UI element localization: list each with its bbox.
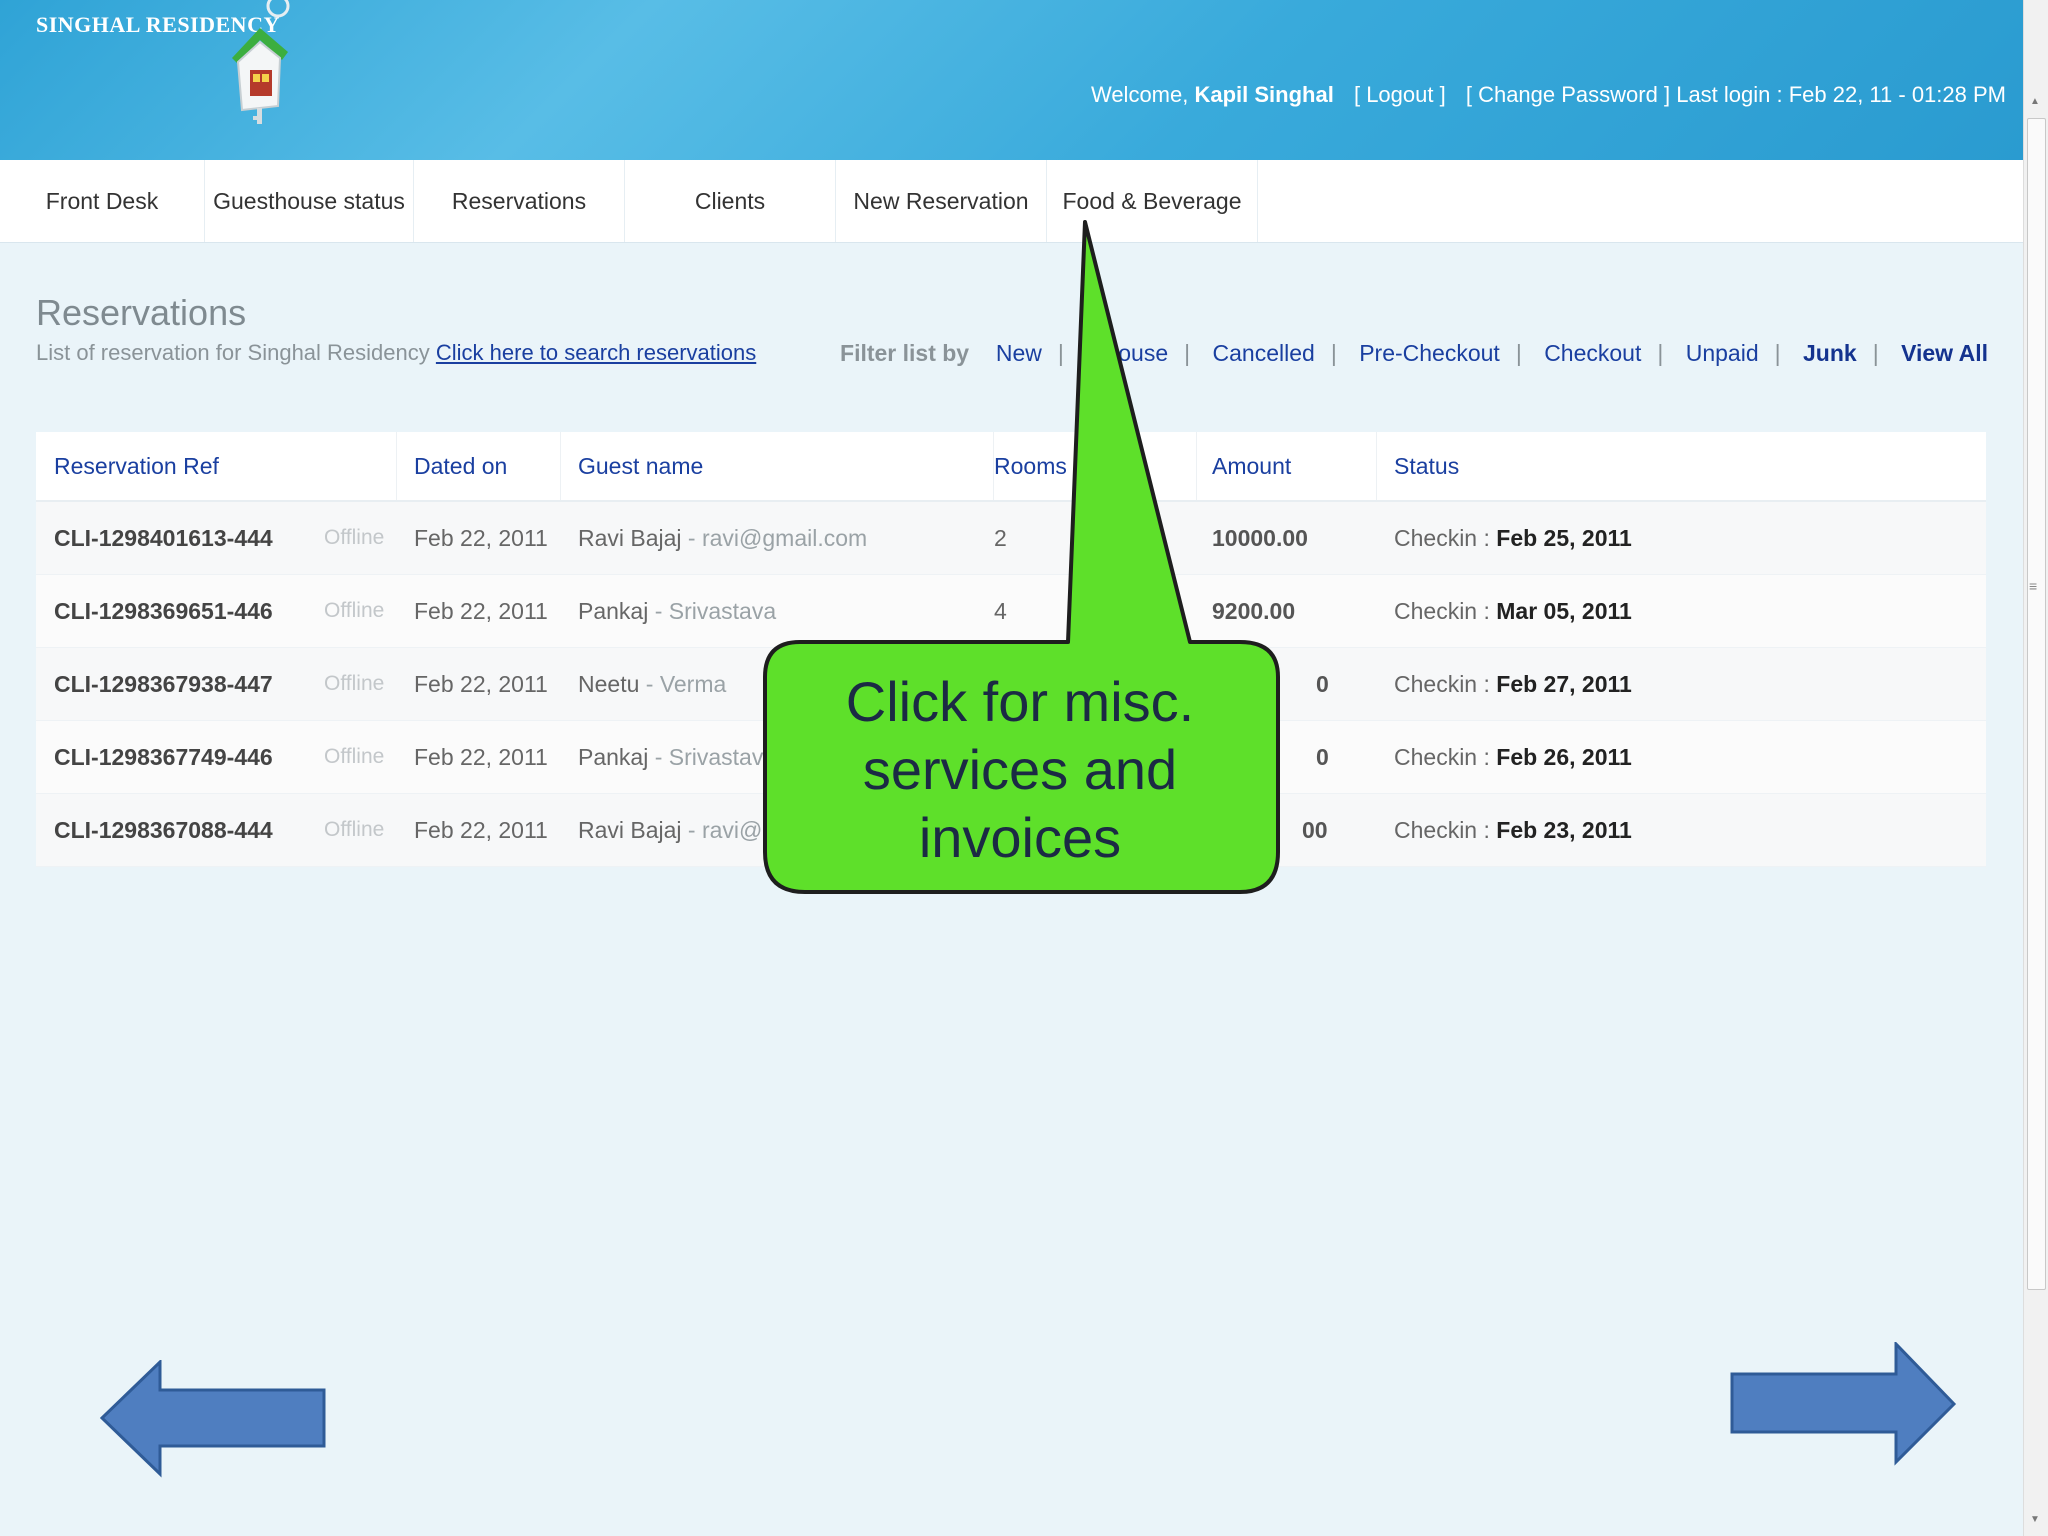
rooms: 4: [994, 598, 1007, 624]
scroll-down-icon[interactable]: ▼: [2030, 1514, 2040, 1525]
filter-inhouse[interactable]: Inhouse: [1086, 340, 1168, 366]
house-key-logo-icon: [232, 0, 290, 124]
guest-name: Pankaj - Srivastava: [578, 598, 777, 624]
last-login-text: Last login : Feb 22, 11 - 01:28 PM: [1676, 82, 2006, 107]
filter-cancelled[interactable]: Cancelled: [1213, 340, 1315, 366]
status: Checkin : Feb 27, 2011: [1394, 671, 1632, 697]
sync-state: Offline: [324, 818, 385, 841]
callout-text: Click for misc. services and invoices: [770, 668, 1270, 872]
change-password-link[interactable]: [ Change Password ]: [1466, 82, 1670, 107]
filter-pre-checkout[interactable]: Pre-Checkout: [1359, 340, 1500, 366]
col-amount[interactable]: Amount: [1212, 432, 1291, 500]
page-subtitle: List of reservation for Singhal Residenc…: [36, 340, 756, 366]
callout-line-1: Click for misc.: [845, 670, 1195, 733]
table-row[interactable]: CLI-1298401613-444 Offline Feb 22, 2011 …: [36, 502, 1986, 575]
col-reservation-ref[interactable]: Reservation Ref: [54, 432, 219, 500]
welcome-bar: Welcome, Kapil Singhal [ Logout ] [ Chan…: [1091, 82, 2006, 108]
arrow-right-icon[interactable]: [1728, 1342, 1958, 1466]
dated-on: Feb 22, 2011: [414, 671, 548, 697]
vertical-scrollbar[interactable]: ▲ ≡ ▼: [2023, 0, 2048, 1536]
col-rooms[interactable]: Rooms: [994, 432, 1067, 500]
app-header: SINGHAL RESIDENCY Welcome, Kapil Singhal…: [0, 0, 2024, 160]
col-guest-name[interactable]: Guest name: [578, 432, 703, 500]
guest-name: Ravi Bajaj - ravi@gmail.com: [578, 525, 868, 551]
amount: 00: [1302, 817, 1328, 843]
reservation-ref[interactable]: CLI-1298367088-444: [54, 794, 273, 866]
callout-line-2: services and: [862, 738, 1178, 801]
status: Checkin : Feb 26, 2011: [1394, 744, 1632, 770]
sync-state: Offline: [324, 599, 385, 622]
reservation-ref[interactable]: CLI-1298367938-447: [54, 648, 273, 720]
filter-label: Filter list by: [840, 340, 970, 366]
guest-name: Neetu - Verma: [578, 671, 727, 697]
dated-on: Feb 22, 2011: [414, 817, 548, 843]
amount: 9200.00: [1212, 598, 1296, 624]
reservation-ref[interactable]: CLI-1298401613-444: [54, 502, 273, 574]
col-dated-on[interactable]: Dated on: [414, 432, 507, 500]
table-header: Reservation Ref Dated on Guest name Room…: [36, 432, 1986, 502]
tab-front-desk[interactable]: Front Desk: [0, 160, 205, 242]
col-status[interactable]: Status: [1394, 432, 1459, 500]
dated-on: Feb 22, 2011: [414, 744, 548, 770]
sync-state: Offline: [324, 526, 385, 549]
guest-name: Pankaj - Srivastava: [578, 744, 777, 770]
user-name: Kapil Singhal: [1194, 82, 1334, 107]
logout-link[interactable]: [ Logout ]: [1354, 82, 1446, 107]
tab-food-beverage[interactable]: Food & Beverage: [1047, 160, 1258, 242]
rooms: 2: [994, 525, 1007, 551]
filter-view-all[interactable]: View All: [1901, 340, 1988, 366]
sync-state: Offline: [324, 745, 385, 768]
reservation-ref[interactable]: CLI-1298369651-446: [54, 575, 273, 647]
subtitle-text: List of reservation for Singhal Residenc…: [36, 340, 430, 365]
grip-icon: ≡: [2029, 578, 2038, 594]
amount: 0: [1316, 744, 1329, 770]
welcome-prefix: Welcome,: [1090, 82, 1189, 107]
main-nav: Front Desk Guesthouse status Reservation…: [0, 160, 2024, 243]
filter-unpaid[interactable]: Unpaid: [1686, 340, 1759, 366]
tab-new-reservation[interactable]: New Reservation: [836, 160, 1047, 242]
amount: 10000.00: [1212, 525, 1308, 551]
filter-checkout[interactable]: Checkout: [1544, 340, 1641, 366]
tab-clients[interactable]: Clients: [625, 160, 836, 242]
tab-guesthouse-status[interactable]: Guesthouse status: [205, 160, 414, 242]
search-reservations-link[interactable]: Click here to search reservations: [436, 340, 756, 365]
arrow-left-icon[interactable]: [100, 1360, 330, 1480]
scroll-thumb[interactable]: [2027, 118, 2046, 1290]
filter-bar: Filter list by New | Inhouse | Cancelled | …: [840, 340, 1988, 366]
amount: 0: [1316, 671, 1329, 697]
guest-name: Ravi Bajaj - ravi@gm: [578, 817, 795, 843]
status: Checkin : Feb 25, 2011: [1394, 525, 1632, 551]
callout-line-3: invoices: [918, 806, 1122, 869]
dated-on: Feb 22, 2011: [414, 598, 548, 624]
tab-reservations[interactable]: Reservations: [414, 160, 625, 242]
filter-junk[interactable]: Junk: [1803, 340, 1857, 366]
page-title: Reservations: [36, 292, 247, 333]
dated-on: Feb 22, 2011: [414, 525, 548, 551]
sync-state: Offline: [324, 672, 385, 695]
filter-new[interactable]: New: [996, 340, 1042, 366]
table-row[interactable]: CLI-1298369651-446 Offline Feb 22, 2011 …: [36, 575, 1986, 648]
scroll-up-icon[interactable]: ▲: [2030, 96, 2040, 107]
status: Checkin : Mar 05, 2011: [1394, 598, 1632, 624]
reservation-ref[interactable]: CLI-1298367749-446: [54, 721, 273, 793]
status: Checkin : Feb 23, 2011: [1394, 817, 1632, 843]
